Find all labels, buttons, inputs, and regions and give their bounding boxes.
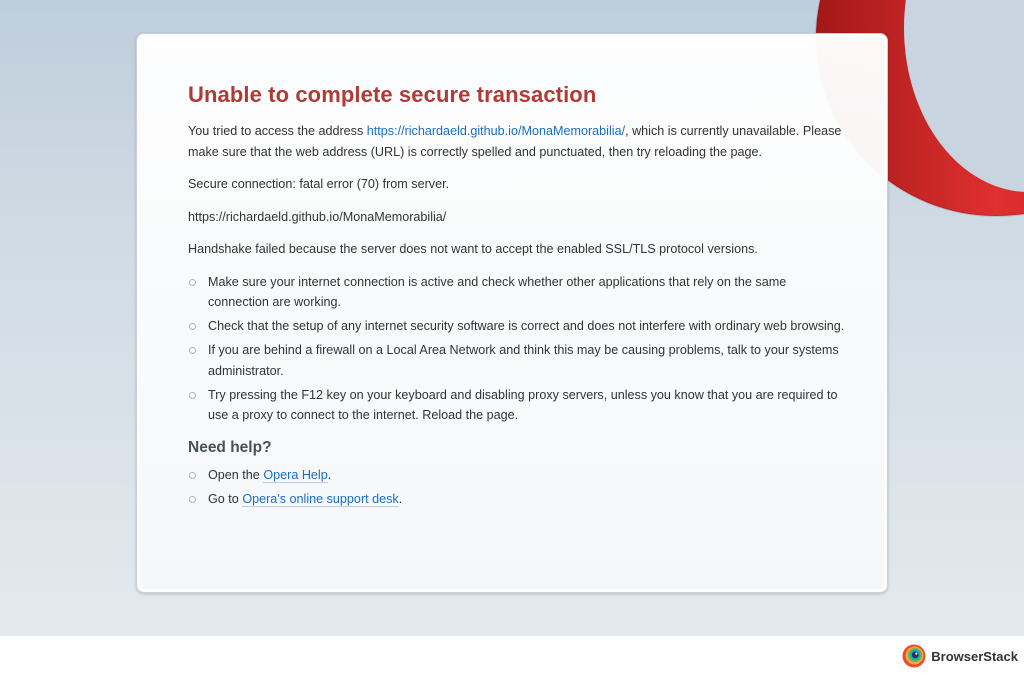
error-title: Unable to complete secure transaction: [188, 82, 597, 107]
handshake-text: Handshake failed because the server does…: [188, 242, 758, 256]
browser-viewport: Unable to complete secure transaction Yo…: [0, 0, 1024, 636]
opera-help-link[interactable]: Opera Help: [263, 467, 328, 483]
tip-text: Try pressing the F12 key on your keyboar…: [208, 387, 838, 423]
list-item: If you are behind a firewall on a Local …: [188, 340, 848, 381]
bullet-icon: [189, 495, 196, 503]
browserstack-brand: BrowserStack: [902, 644, 1018, 668]
bullet-icon: [189, 391, 196, 399]
tip-text: If you are behind a firewall on a Local …: [208, 343, 839, 378]
tip-text: Check that the setup of any internet sec…: [208, 319, 845, 333]
tip-text: Make sure your internet connection is ac…: [208, 274, 787, 310]
requested-url-link[interactable]: https://richardaeld.github.io/MonaMemora…: [367, 124, 625, 138]
help-before: Open the: [208, 467, 264, 482]
help-heading: Need help?: [188, 438, 272, 456]
help-item-opera-help: Open the Opera Help.: [188, 465, 848, 485]
error-panel: Unable to complete secure transaction Yo…: [136, 33, 888, 593]
tips-list: Make sure your internet connection is ac…: [188, 272, 848, 426]
browserstack-label: BrowserStack: [931, 648, 1018, 664]
intro-text: You tried to access the address https://…: [188, 121, 848, 162]
help-item-support-desk: Go to Opera's online support desk.: [188, 489, 848, 509]
list-item: Check that the setup of any internet sec…: [188, 316, 848, 337]
browserstack-footer: BrowserStack: [0, 636, 1024, 676]
error-detail: Secure connection: fatal error (70) from…: [188, 177, 450, 191]
error-url: https://richardaeld.github.io/MonaMemora…: [188, 209, 447, 224]
help-before: Go to: [208, 491, 243, 506]
list-item: Try pressing the F12 key on your keyboar…: [188, 385, 848, 426]
list-item: Make sure your internet connection is ac…: [188, 272, 848, 313]
error-content: Unable to complete secure transaction Yo…: [188, 82, 848, 513]
bullet-icon: [189, 471, 196, 479]
browserstack-logo-icon: [902, 644, 926, 668]
help-after: .: [327, 467, 332, 482]
bullet-icon: [189, 323, 196, 330]
support-desk-link[interactable]: Opera's online support desk: [242, 491, 399, 507]
intro-before-link: You tried to access the address: [188, 124, 367, 138]
bullet-icon: [189, 347, 196, 354]
help-list: Open the Opera Help. Go to Opera's onlin…: [188, 465, 848, 509]
bullet-icon: [189, 278, 196, 286]
help-after: .: [398, 491, 403, 506]
